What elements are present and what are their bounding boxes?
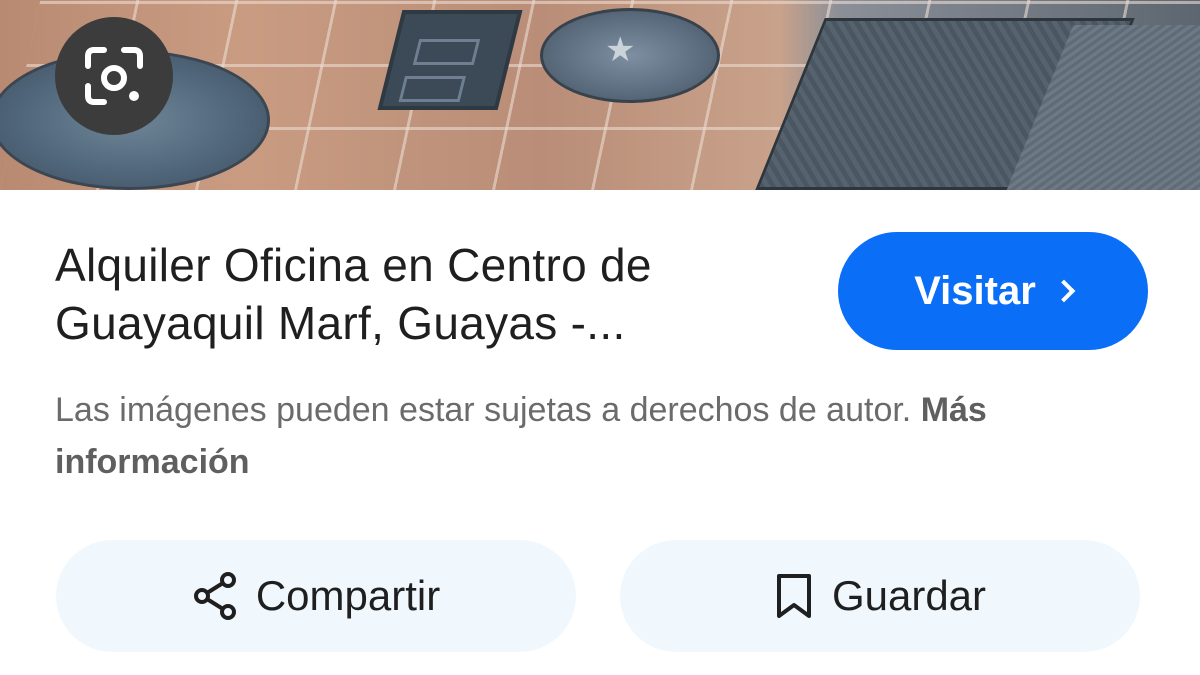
drain-grate bbox=[377, 10, 523, 110]
result-title[interactable]: Alquiler Oficina en Centro de Guayaquil … bbox=[55, 236, 815, 352]
google-lens-button[interactable] bbox=[55, 17, 173, 135]
visit-button-label: Visitar bbox=[914, 268, 1036, 313]
star-emblem: ★ bbox=[605, 31, 636, 69]
bookmark-icon bbox=[776, 574, 811, 618]
save-button-label: Guardar bbox=[831, 572, 987, 619]
image-preview[interactable]: ★ bbox=[0, 0, 1200, 190]
share-button[interactable]: Compartir bbox=[56, 540, 576, 652]
copyright-notice: Las imágenes pueden estar sujetas a dere… bbox=[55, 384, 1155, 488]
google-lens-icon bbox=[85, 47, 143, 105]
visit-button[interactable]: Visitar bbox=[838, 232, 1148, 350]
share-button-label: Compartir bbox=[255, 572, 441, 619]
share-icon bbox=[193, 572, 236, 620]
copyright-notice-text: Las imágenes pueden estar sujetas a dere… bbox=[55, 391, 912, 429]
chevron-right-icon bbox=[1052, 279, 1076, 303]
save-button[interactable]: Guardar bbox=[620, 540, 1140, 652]
